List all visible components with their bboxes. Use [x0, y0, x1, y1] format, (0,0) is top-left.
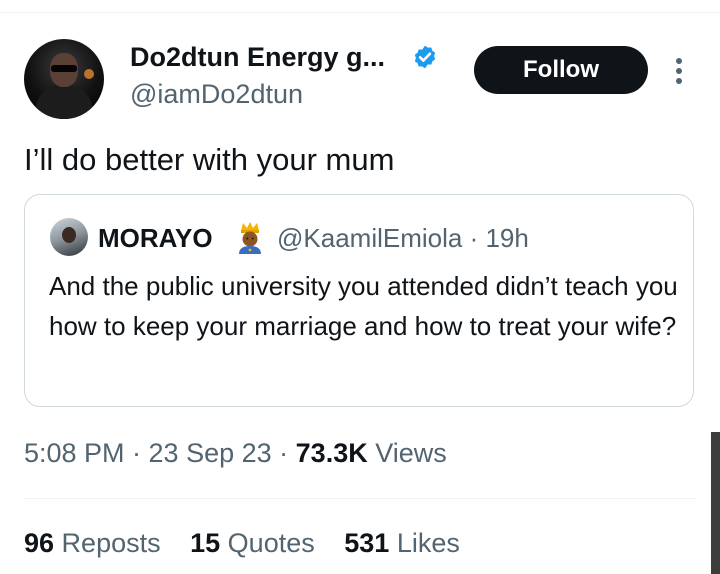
avatar-figure-body [36, 85, 92, 119]
quoted-tweet-text: And the public university you attended d… [49, 271, 678, 341]
stats-divider [24, 498, 696, 499]
avatar-light [84, 69, 94, 79]
engagement-stats: 96 Reposts 15 Quotes 531 Likes [24, 526, 482, 560]
avatar-sunglasses [51, 65, 77, 72]
author-handle[interactable]: @iamDo2dtun [130, 77, 303, 111]
tweet-text: I’ll do better with your mum [24, 142, 395, 177]
tweet-timestamp[interactable]: 5:08 PM · 23 Sep 23 · [24, 438, 296, 468]
scrollbar[interactable] [711, 432, 720, 574]
tweet-meta: 5:08 PM · 23 Sep 23 · 73.3K Views [24, 436, 447, 470]
follow-button[interactable]: Follow [474, 46, 648, 94]
author-avatar[interactable] [24, 39, 104, 119]
views-label: Views [367, 438, 447, 468]
man-with-crown-emoji-icon [239, 222, 261, 254]
quoted-tweet-card[interactable]: MORAYO @KaamilEmiola · 19h And the publi… [24, 194, 694, 407]
quoted-author-avatar[interactable] [50, 218, 88, 256]
quoted-author-name[interactable]: MORAYO [98, 222, 213, 254]
top-divider [0, 12, 720, 13]
views-count: 73.3K [295, 438, 368, 468]
author-display-name[interactable]: Do2dtun Energy g... [130, 40, 385, 74]
verified-badge-icon [414, 45, 436, 69]
likes-stat[interactable]: 531 Likes [344, 528, 460, 558]
quoted-handle-time[interactable]: @KaamilEmiola · 19h [277, 222, 529, 254]
more-options-icon[interactable] [668, 56, 690, 86]
quotes-stat[interactable]: 15 Quotes [190, 528, 315, 558]
reposts-stat[interactable]: 96 Reposts [24, 528, 161, 558]
